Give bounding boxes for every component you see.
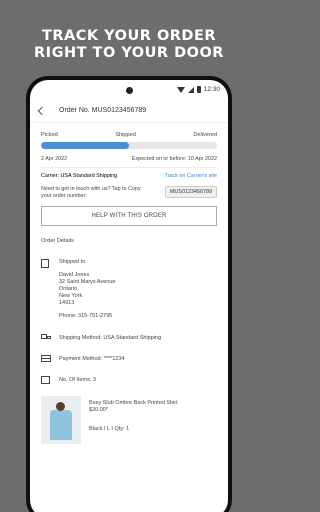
carrier-label: Carrier: USA Standard Shipping [41,173,118,179]
product-item[interactable]: Boxy Slub Ombre Back Printed Shirt $30.0… [41,396,217,444]
page-title: Order No. MUS0123456789 [59,107,147,114]
app-bar: Order No. MUS0123456789 [30,99,228,123]
recipient-name: David Jones [59,272,90,278]
items-count: No. Of Items: 3 [59,377,96,383]
divider [41,167,217,168]
shipping-method: Shipping Method: USA Standard Shipping [59,334,162,341]
shipping-address: Shipped to David Jones 32 Saint Marys Av… [41,259,217,320]
help-row: Need to get in touch with us? Tap to Cop… [41,186,217,200]
phone-screen: 12:30 Order No. MUS0123456789 Picked Shi… [30,80,228,512]
order-date: 2 Apr 2022 [41,156,68,162]
address-zip: 14913 [59,300,75,306]
payment-method: Payment Method: ****1234 [59,355,125,362]
product-image [41,396,81,444]
address-text: Shipped to David Jones 32 Saint Marys Av… [59,259,115,320]
progress-fill [41,142,129,149]
recipient-phone: Phone: 315-791-2795 [59,313,113,319]
shirt-image [50,402,72,440]
signal-icon [187,86,194,93]
promo-headline: TRACK YOUR ORDER RIGHT TO YOUR DOOR [0,28,258,62]
shipping-method-row: Shipping Method: USA Standard Shipping [41,334,217,341]
progress-steps: Picked Shipped Delivered [41,132,217,138]
status-time: 12:30 [203,86,220,93]
copy-order-number[interactable]: MUS0123456789 [165,186,217,198]
product-name: Boxy Slub Ombre Back Printed Shirt [89,400,178,406]
product-price: $30.00* [89,407,108,413]
promo-line-2: RIGHT TO YOUR DOOR [34,45,224,61]
wifi-icon [176,86,185,93]
items-count-row: No. Of Items: 3 [41,376,217,384]
step-delivered: Delivered [193,132,217,138]
step-shipped: Shipped [115,132,136,138]
address-city: New York [59,293,83,299]
address-street: 32 Saint Marys Avenue [59,279,116,285]
package-icon [41,259,49,268]
order-dates: 2 Apr 2022 Expected on or before: 10 Apr… [41,156,217,162]
expected-date: Expected on or before: 10 Apr 2022 [131,156,217,162]
status-bar: 12:30 [30,80,228,99]
camera-cutout [125,87,133,94]
bag-icon [41,376,50,384]
status-icons: 12:30 [176,86,220,93]
shipped-to-label: Shipped to [59,259,86,265]
promo-line-1: TRACK YOUR ORDER [41,28,217,44]
truck-icon [41,334,51,341]
battery-icon [196,86,201,93]
address-state: Ontario [59,286,78,292]
product-info: Boxy Slub Ombre Back Printed Shirt $30.0… [89,396,178,444]
order-content: Picked Shipped Delivered 2 Apr 2022 Expe… [30,132,228,444]
payment-method-row: Payment Method: ****1234 [41,355,217,362]
phone-frame: 12:30 Order No. MUS0123456789 Picked Shi… [26,76,232,512]
step-picked: Picked [41,132,58,138]
progress-track [41,142,217,149]
track-carrier-link[interactable]: Track on Carrier's site [165,173,217,179]
back-arrow-icon[interactable] [37,106,47,115]
carrier-row: Carrier: USA Standard Shipping Track on … [41,173,217,179]
product-variant: Black I L I Qty: 1 [89,426,130,432]
help-with-order-button[interactable]: HELP WITH THIS ORDER [41,206,217,226]
order-details-title: Order Details [41,238,74,244]
credit-card-icon [41,355,51,362]
help-prompt: Need to get in touch with us? Tap to Cop… [41,186,141,199]
